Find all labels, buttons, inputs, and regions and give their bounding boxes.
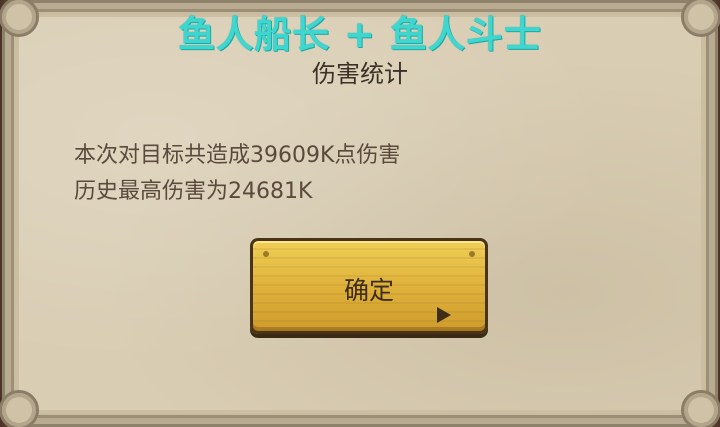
damage-message: 本次对目标共造成39609K点伤害 历史最高伤害为24681K	[74, 138, 400, 210]
overlay-title: 鱼人船长 + 鱼人斗士	[178, 13, 542, 56]
confirm-button[interactable]: 确定	[250, 238, 488, 334]
corner-ornament-icon	[0, 390, 39, 427]
nail-icon	[469, 251, 475, 257]
confirm-button-label: 确定	[343, 276, 394, 305]
damage-record-line: 历史最高伤害为24681K	[74, 179, 313, 204]
game-screen: 鱼人船长 + 鱼人斗士 伤害统计 本次对目标共造成39609K点伤害 历史最高伤…	[0, 0, 720, 427]
nail-icon	[263, 251, 269, 257]
corner-ornament-icon	[681, 390, 720, 427]
damage-total-line: 本次对目标共造成39609K点伤害	[74, 143, 401, 168]
dialog-title: 伤害统计	[312, 60, 408, 88]
arrow-icon	[437, 307, 451, 323]
